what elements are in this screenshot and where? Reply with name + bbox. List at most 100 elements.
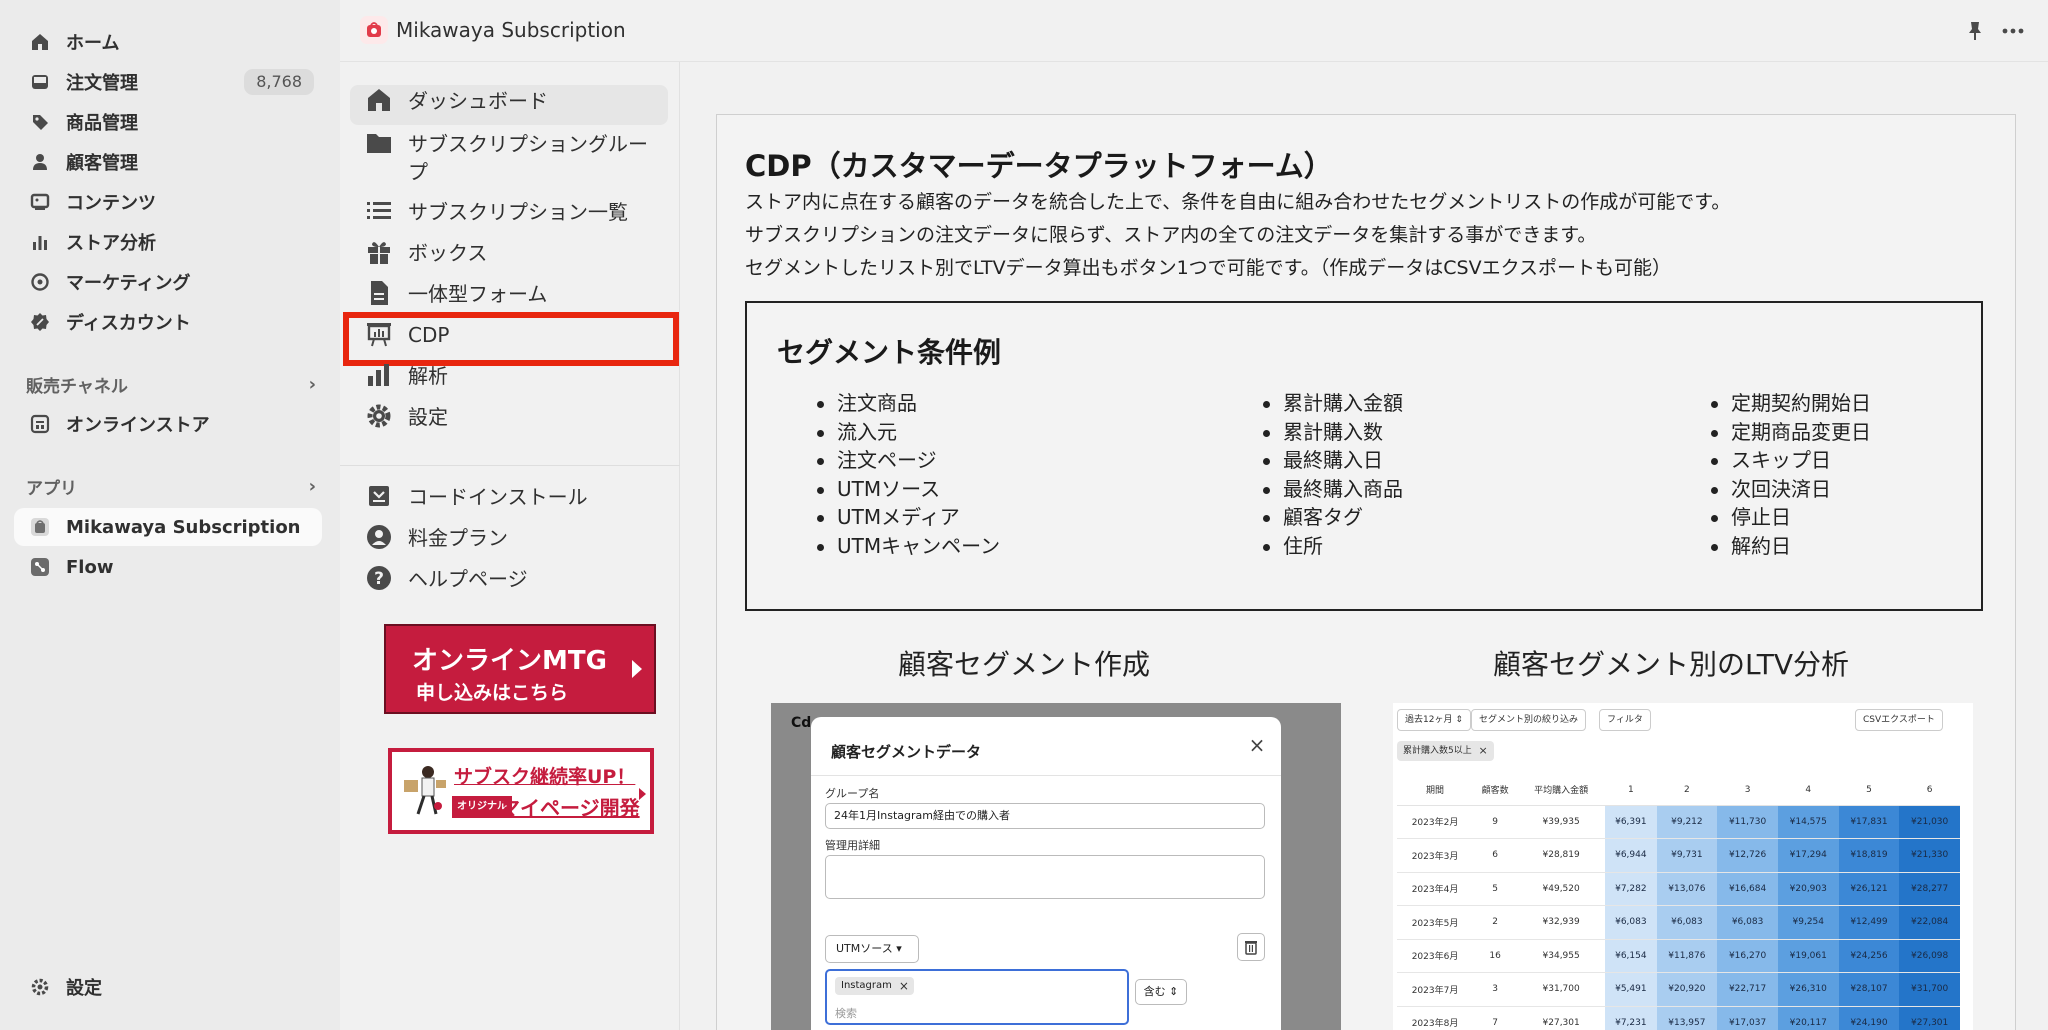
segment-condition-item: UTMメディア — [817, 503, 1000, 532]
appnav-analysis[interactable]: 解析 — [350, 360, 668, 398]
table-row: 2023年4月 5 ¥49,520 ¥7,282 ¥13,076 ¥16,684 ¥20,9… — [1397, 872, 1960, 906]
discount-icon — [28, 310, 52, 334]
nav-settings[interactable]: 設定 — [14, 968, 322, 1006]
ltv-table: 期間 顧客数 平均購入金額 1 2 3 4 5 6 2023年2月 9 ¥39,93… — [1397, 775, 1960, 1030]
segment-condition-item: UTMキャンペーン — [817, 532, 1000, 561]
segment-create-screenshot: Cd 顧客セグメントデータ × グループ名 24年1月Instagram経由での… — [771, 703, 1341, 1030]
appnav-settings[interactable]: 設定 — [350, 401, 668, 439]
appnav-help[interactable]: ? ヘルプページ — [350, 563, 668, 601]
period-select[interactable]: 過去12ヶ月 ⇕ — [1397, 709, 1471, 731]
nav-label: コンテンツ — [66, 193, 156, 214]
appnav-subscription-list[interactable]: サブスクリプション一覧 — [350, 196, 668, 234]
csv-export-button[interactable]: CSVエクスポート — [1855, 709, 1943, 731]
nav-label: ディスカウント — [66, 313, 191, 334]
nav-customers[interactable]: 顧客管理 — [14, 143, 322, 181]
install-icon — [364, 481, 394, 511]
nav-products[interactable]: 商品管理 — [14, 103, 322, 141]
segment-condition-item: 注文商品 — [817, 389, 1000, 418]
contains-select[interactable]: 含む ⇕ — [1135, 979, 1187, 1005]
table-cell: 2023年3月 — [1397, 838, 1474, 873]
segment-condition-item: 定期契約開始日 — [1711, 389, 1871, 418]
nav-app-mikawaya[interactable]: Mikawaya Subscription — [14, 508, 322, 546]
nav-online-store[interactable]: オンラインストア — [14, 405, 322, 443]
filter-button[interactable]: フィルタ — [1599, 709, 1651, 731]
ltv-heat-cell: ¥6,083 — [1605, 905, 1657, 940]
appnav-subscription-groups[interactable]: サブスクリプショングループ — [350, 128, 668, 188]
sales-channel-header[interactable]: 販売チャネル › — [26, 371, 316, 397]
table-cell: ¥28,819 — [1517, 838, 1606, 873]
column-header: 6 — [1899, 775, 1960, 806]
bar-chart-icon — [28, 230, 52, 254]
more-actions-icon[interactable] — [2000, 20, 2026, 42]
appnav-label: コードインストール — [408, 485, 588, 509]
table-row: 2023年2月 9 ¥39,935 ¥6,391 ¥9,212 ¥11,730 ¥14,57… — [1397, 805, 1960, 839]
nav-analytics[interactable]: ストア分析 — [14, 223, 322, 261]
segment-condition-item: 流入元 — [817, 418, 1000, 447]
ltv-heat-cell: ¥7,282 — [1605, 872, 1657, 906]
appnav-dashboard[interactable]: ダッシュボード — [350, 85, 668, 125]
appnav-pricing[interactable]: 料金プラン — [350, 522, 668, 560]
table-cell: 5 — [1473, 872, 1518, 906]
segment-filter-button[interactable]: セグメント別の絞り込み — [1471, 709, 1587, 731]
segment-condition-item: 最終購入日 — [1263, 446, 1403, 475]
ltv-heat-cell: ¥6,083 — [1656, 905, 1718, 940]
ltv-heat-cell: ¥24,190 — [1838, 1006, 1900, 1030]
gear-icon — [364, 401, 394, 431]
mypage-dev-banner[interactable]: サブスク継続率UP！ オリジナル マイページ開発 — [388, 748, 654, 834]
tag-input[interactable]: Instagram × 検索 — [825, 969, 1129, 1025]
detail-textarea[interactable] — [825, 855, 1265, 899]
segment-condition-item: 定期商品変更日 — [1711, 418, 1871, 447]
nav-label: Flow — [66, 556, 114, 578]
ltv-heat-cell: ¥26,310 — [1777, 972, 1839, 1007]
appnav-box[interactable]: ボックス — [350, 237, 668, 275]
nav-content[interactable]: コンテンツ — [14, 183, 322, 221]
appnav-code-install[interactable]: コードインストール — [350, 481, 668, 519]
table-cell: ¥31,700 — [1517, 972, 1606, 1007]
segment-condition-item: UTMソース — [817, 475, 1000, 504]
cdp-highlight-frame — [343, 312, 679, 366]
nav-app-flow[interactable]: Flow — [14, 548, 322, 586]
nav-discounts[interactable]: ディスカウント — [14, 303, 322, 341]
group-name-label: グループ名 — [825, 787, 880, 800]
online-mtg-banner[interactable]: オンラインMTG 申し込みはこちら — [384, 624, 656, 714]
table-cell: 2023年4月 — [1397, 872, 1474, 906]
gift-icon — [364, 237, 394, 267]
segment-data-modal: 顧客セグメントデータ × グループ名 24年1月Instagram経由での購入者… — [811, 717, 1281, 1030]
nav-label: 注文管理 — [66, 73, 138, 94]
table-cell: ¥34,955 — [1517, 939, 1606, 973]
nav-label: Mikawaya Subscription — [66, 516, 301, 538]
appnav-form[interactable]: 一体型フォーム — [350, 278, 668, 316]
description-line: ストア内に点在する顧客のデータを統合した上で、条件を自由に組み合わせたセグメント… — [745, 191, 1731, 213]
cdp-card: CDP（カスタマーデータプラットフォーム） ストア内に点在する顧客のデータを統合… — [716, 114, 2016, 1030]
ltv-heat-cell: ¥22,717 — [1717, 972, 1778, 1007]
ltv-heat-cell: ¥14,575 — [1777, 805, 1839, 839]
person-with-box-illustration-icon — [404, 766, 446, 815]
tag-remove-icon[interactable]: × — [899, 977, 909, 995]
select-value: UTMソース — [836, 942, 893, 955]
utm-source-select[interactable]: UTMソース ▾ — [825, 935, 919, 963]
nav-orders[interactable]: 注文管理 8,768 — [14, 63, 322, 101]
app-title: Mikawaya Subscription — [396, 18, 626, 42]
ltv-heat-cell: ¥19,061 — [1777, 939, 1839, 973]
tag-icon — [28, 110, 52, 134]
ltv-heat-cell: ¥6,083 — [1717, 905, 1778, 940]
segment-condition-item: 次回決済日 — [1711, 475, 1871, 504]
ltv-heat-cell: ¥24,256 — [1838, 939, 1900, 973]
trash-icon[interactable] — [1237, 933, 1265, 961]
ltv-table-header-row: 期間 顧客数 平均購入金額 1 2 3 4 5 6 — [1397, 775, 1960, 806]
chip-remove-icon[interactable]: × — [1479, 741, 1488, 761]
ltv-heat-cell: ¥9,212 — [1656, 805, 1718, 839]
close-icon[interactable]: × — [1247, 735, 1267, 755]
nav-home[interactable]: ホーム — [14, 23, 322, 61]
home-icon — [28, 30, 52, 54]
segment-condition-item: 住所 — [1263, 532, 1403, 561]
segment-conditions-title: セグメント条件例 — [777, 336, 1002, 369]
ltv-heat-cell: ¥26,098 — [1899, 939, 1960, 973]
group-name-input[interactable]: 24年1月Instagram経由での購入者 — [825, 803, 1265, 829]
nav-marketing[interactable]: マーケティング — [14, 263, 322, 301]
detail-label: 管理用詳細 — [825, 839, 880, 852]
pin-icon[interactable] — [1964, 20, 1986, 42]
table-row: 2023年3月 6 ¥28,819 ¥6,944 ¥9,731 ¥12,726 ¥17,29… — [1397, 838, 1960, 873]
chip-label: 累計購入数5以上 — [1403, 746, 1472, 756]
apps-header[interactable]: アプリ › — [26, 473, 316, 499]
